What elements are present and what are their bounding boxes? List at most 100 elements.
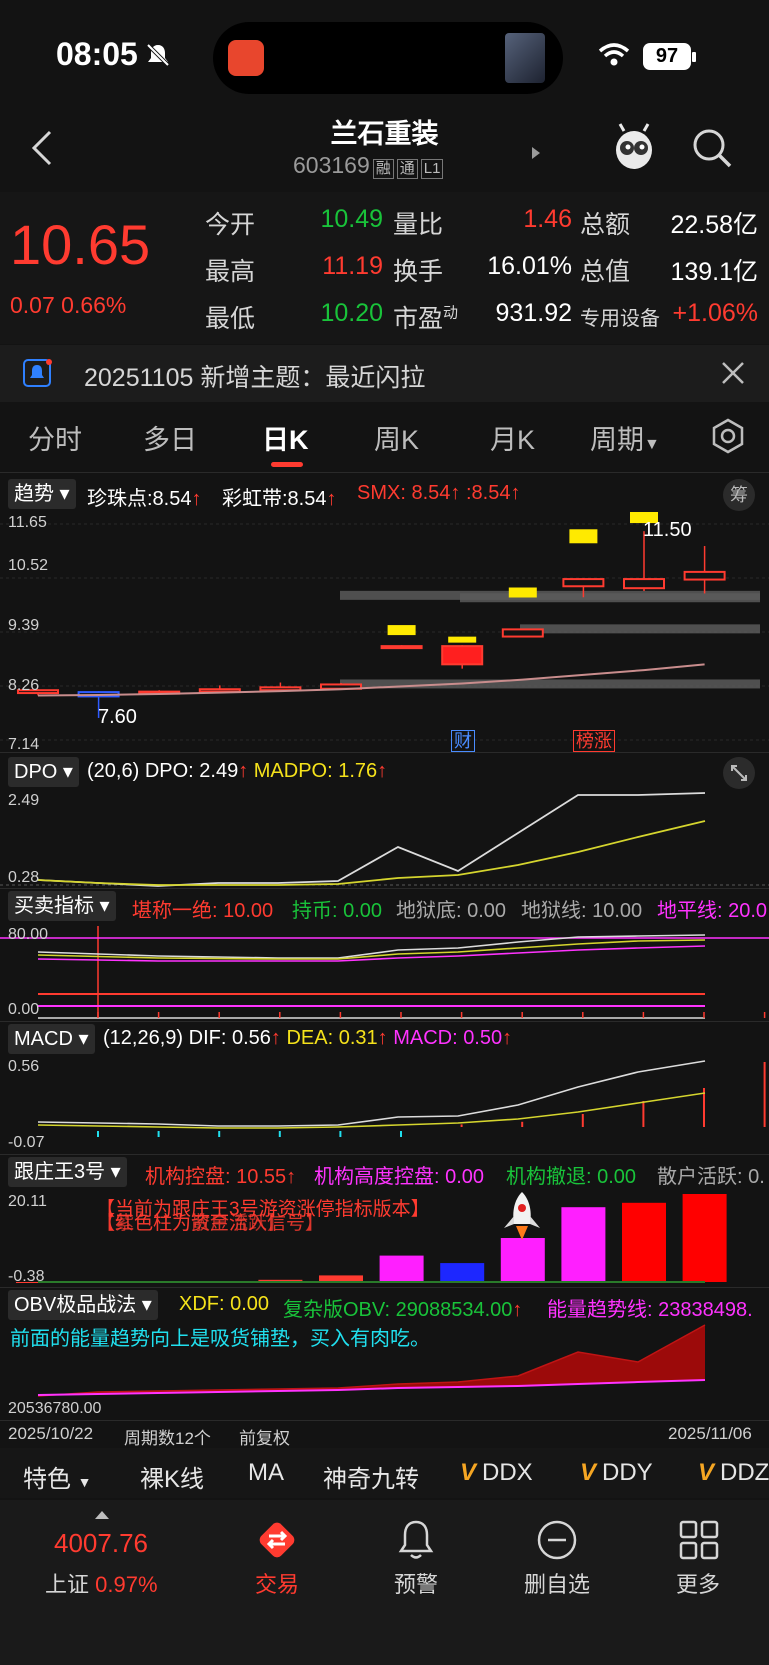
tab-multiday[interactable]: 多日: [143, 418, 197, 457]
signal-marker: [569, 529, 598, 544]
divider: [0, 888, 769, 889]
toolbar-feature[interactable]: 特色 ▼: [23, 1459, 92, 1494]
gzw-bar: [440, 1263, 485, 1282]
macd-y-top: 0.56: [8, 1058, 40, 1075]
value-volume-ratio: 1.46: [523, 205, 572, 233]
nav-remove-label[interactable]: 删自选: [497, 1567, 617, 1599]
alert-bell-icon[interactable]: [396, 1518, 436, 1562]
gzw-y-top: 20.11: [8, 1193, 47, 1210]
y-axis-3: 9.39: [8, 617, 40, 634]
value-low: 10.20: [320, 299, 383, 327]
dpo-chart[interactable]: [0, 790, 769, 890]
trade-icon[interactable]: [257, 1520, 297, 1560]
label-turnover-amount: 总额: [580, 211, 631, 239]
maimai-indicator-select[interactable]: 买卖指标 ▾: [8, 891, 116, 921]
divider: [0, 1021, 769, 1022]
status-time: 08:05: [56, 36, 138, 72]
nav-more-label[interactable]: 更多: [638, 1567, 758, 1599]
toolbar-ddx[interactable]: V DDX: [460, 1459, 533, 1487]
toolbar-ddz[interactable]: V DDZ: [698, 1459, 769, 1487]
tab-weekly-k[interactable]: 周K: [374, 418, 419, 457]
tab-intraday[interactable]: 分时: [28, 418, 82, 457]
signal-marker: [448, 636, 477, 643]
fullscreen-icon[interactable]: [723, 757, 755, 789]
industry-label[interactable]: 专用设备: [580, 302, 660, 331]
dpo-y-top: 2.49: [8, 792, 40, 809]
toolbar-ma[interactable]: MA: [248, 1459, 284, 1487]
macd-values: (12,26,9) DIF: 0.56↑ DEA: 0.31↑ MACD: 0.…: [103, 1027, 513, 1049]
value-high: 11.19: [322, 252, 383, 280]
search-icon[interactable]: [690, 126, 734, 170]
macd-chart[interactable]: [0, 1055, 769, 1150]
value-pe: 931.92: [495, 299, 572, 327]
macd-y-bottom: -0.07: [8, 1134, 45, 1151]
mute-bell-icon: [146, 43, 170, 67]
signal-marker: [508, 587, 537, 598]
label-volume-ratio: 量比: [393, 211, 444, 239]
gzw-retail: 散户活跃: 0.: [657, 1166, 765, 1188]
nav-trade-label[interactable]: 交易: [217, 1567, 337, 1599]
maimai-y-bottom: 0.00: [8, 1001, 40, 1018]
support-zone: [460, 593, 760, 603]
gzw-bar: [379, 1255, 424, 1282]
next-stock-icon[interactable]: [530, 145, 542, 161]
toolbar-nine-turn[interactable]: 神奇九转: [323, 1459, 419, 1494]
close-icon[interactable]: [720, 360, 746, 386]
toolbar-ddy[interactable]: V DDY: [580, 1459, 653, 1487]
obv-y-bottom: 20536780.00: [8, 1400, 102, 1417]
divider: [0, 752, 769, 753]
mascot-icon[interactable]: [610, 122, 658, 172]
start-date: 2025/10/22: [8, 1424, 94, 1443]
tab-monthly-k[interactable]: 月K: [490, 418, 535, 457]
support-zone: [520, 624, 760, 634]
high-price-label: 11.50: [643, 519, 692, 541]
dpo-values: (20,6) DPO: 2.49↑ MADPO: 1.76↑: [87, 760, 388, 782]
label-open: 今开: [205, 211, 256, 239]
value-market-cap: 139.1亿: [670, 258, 758, 286]
chip-distribution-button[interactable]: 筹: [723, 479, 755, 511]
index-value[interactable]: 4007.76: [54, 1528, 148, 1559]
gzw-indicator-select[interactable]: 跟庄王3号 ▾: [8, 1157, 127, 1187]
tab-daily-k[interactable]: 日K: [262, 418, 309, 457]
music-app-icon: [228, 40, 264, 76]
nav-alert-label[interactable]: 预警: [356, 1567, 476, 1599]
value-turnover-amount: 22.58亿: [670, 211, 758, 239]
remove-watchlist-icon[interactable]: [536, 1519, 578, 1561]
trend-indicator-select[interactable]: 趋势 ▾: [8, 479, 76, 509]
macd-indicator-select[interactable]: MACD ▾: [8, 1024, 95, 1054]
expand-up-icon[interactable]: [94, 1510, 110, 1520]
event-tag-ranking[interactable]: 榜涨: [573, 730, 615, 752]
candle-body: [380, 645, 423, 650]
battery-tip: [692, 52, 696, 62]
index-info[interactable]: 上证 0.97%: [45, 1567, 158, 1599]
low-price-label: 7.60: [98, 706, 137, 728]
badge-l1: L1: [420, 159, 444, 179]
event-tag-finance[interactable]: 财: [451, 730, 475, 752]
toolbar-naked-k[interactable]: 裸K线: [140, 1459, 204, 1494]
stock-code-row: 603169 融通 L1: [293, 152, 444, 179]
obv-description: 前面的能量趋势向上是吸货铺垫，买入有肉吃。: [10, 1328, 430, 1350]
dpo-indicator-select[interactable]: DPO ▾: [8, 757, 79, 787]
gzw-bar: [561, 1207, 606, 1282]
notice-text[interactable]: 20251105 新增主题：最近闪拉: [84, 358, 425, 394]
candle-body: [683, 570, 726, 581]
candle-body: [623, 578, 665, 590]
label-pe: 市盈动: [393, 304, 459, 333]
maimai-y-top: 80.00: [8, 926, 49, 943]
candle-body: [501, 628, 544, 638]
maimai-chart[interactable]: [0, 924, 769, 1022]
adjust-mode[interactable]: 前复权: [239, 1424, 290, 1449]
badge-tong: 通: [396, 159, 418, 179]
badge-rong: 融: [372, 159, 394, 179]
label-low: 最低: [205, 305, 256, 333]
candle-body: [562, 578, 605, 588]
divider: [0, 472, 769, 473]
obv-indicator-select[interactable]: OBV极品战法 ▾: [8, 1290, 158, 1320]
tab-period[interactable]: 周期▼: [590, 418, 660, 457]
gzw-high-control: 机构高度控盘: 0.00: [314, 1166, 485, 1188]
maimai-kanchen: 堪称一绝: 10.00: [132, 900, 274, 922]
more-grid-icon[interactable]: [678, 1519, 720, 1561]
settings-icon[interactable]: [710, 418, 746, 454]
industry-change[interactable]: +1.06%: [660, 299, 759, 328]
smx-value: SMX: 8.54↑ :8.54↑: [357, 482, 521, 504]
